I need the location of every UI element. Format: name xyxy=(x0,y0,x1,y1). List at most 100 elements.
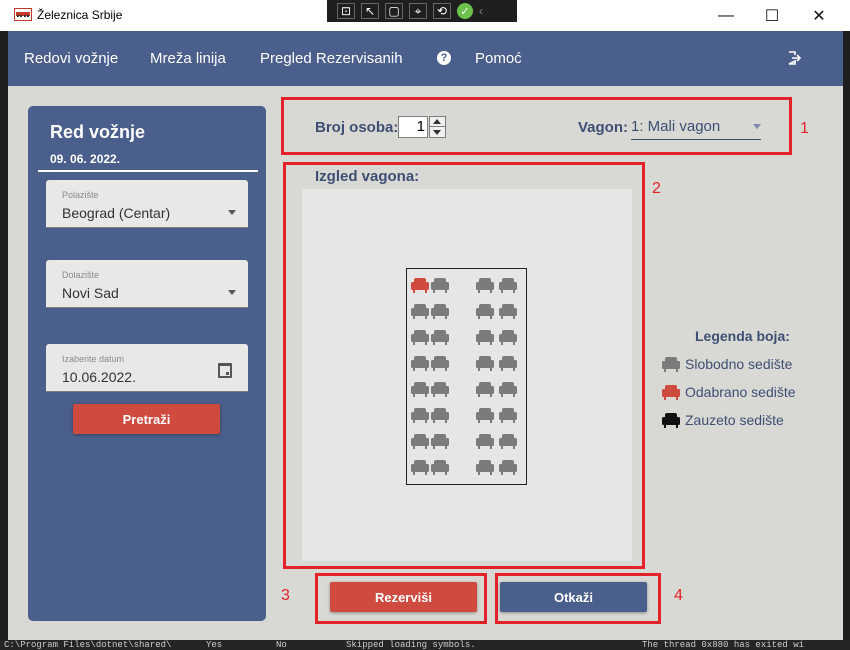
wagon-layout-label: Izgled vagona: xyxy=(315,168,420,185)
persons-label: Broj osoba: xyxy=(315,119,399,136)
seat[interactable] xyxy=(431,433,449,449)
seat[interactable] xyxy=(499,303,517,319)
window-left-edge xyxy=(0,31,8,640)
sidebar-title: Red vožnje xyxy=(50,122,146,142)
collapse-icon[interactable]: ‹ xyxy=(479,4,483,18)
logout-icon[interactable] xyxy=(787,51,801,65)
seat[interactable] xyxy=(476,303,494,319)
seat[interactable] xyxy=(499,459,517,475)
legend-selected: Odabrano sedište xyxy=(661,383,796,401)
pointer-icon[interactable]: ↖ xyxy=(361,3,379,19)
seat[interactable] xyxy=(499,329,517,345)
seat[interactable] xyxy=(431,329,449,345)
background-console: C:\Program Files\dotnet\shared\ Yes No S… xyxy=(0,640,850,650)
help-icon[interactable]: ? xyxy=(437,51,451,65)
console-path: C:\Program Files\dotnet\shared\ xyxy=(4,640,172,650)
legend-title: Legenda boja: xyxy=(695,328,790,344)
track-focus-icon[interactable]: ⌖ xyxy=(409,3,427,19)
seat[interactable] xyxy=(431,355,449,371)
hot-reload-icon[interactable]: ⟲ xyxy=(433,3,451,19)
window-title: Železnica Srbije xyxy=(37,8,123,22)
seat[interactable] xyxy=(476,355,494,371)
legend-selected-label: Odabrano sedište xyxy=(685,384,796,400)
close-button[interactable]: ✕ xyxy=(796,0,842,31)
seat[interactable] xyxy=(431,381,449,397)
nav-pomoc[interactable]: Pomoć xyxy=(475,50,522,67)
seat[interactable] xyxy=(476,433,494,449)
seat[interactable] xyxy=(411,459,429,475)
calendar-icon[interactable] xyxy=(218,363,232,378)
legend-occupied-label: Zauzeto sedište xyxy=(685,412,784,428)
seat[interactable] xyxy=(499,433,517,449)
console-col2: Yes xyxy=(206,640,223,650)
seat[interactable] xyxy=(411,303,429,319)
seat[interactable] xyxy=(499,277,517,293)
seat[interactable] xyxy=(411,407,429,423)
seat[interactable] xyxy=(431,407,449,423)
seat[interactable] xyxy=(476,277,494,293)
layout-icon[interactable]: ▢ xyxy=(385,3,403,19)
select-element-icon[interactable]: ⊡ xyxy=(337,3,355,19)
arrival-select[interactable]: Dolazište Novi Sad xyxy=(46,260,248,308)
departure-value: Beograd (Centar) xyxy=(62,205,171,221)
wagon-value: 1: Mali vagon xyxy=(631,118,721,135)
cancel-button[interactable]: Otkaži xyxy=(500,582,647,612)
stepper-divider xyxy=(430,126,445,127)
seat[interactable] xyxy=(411,433,429,449)
app-window: Železnica Srbije ⊡ ↖ ▢ ⌖ ⟲ ✓ ‹ — ☐ ✕ Red… xyxy=(0,0,850,640)
top-navbar xyxy=(8,31,843,86)
seat[interactable] xyxy=(499,355,517,371)
console-col4: Skipped loading symbols. xyxy=(346,640,476,650)
seat[interactable] xyxy=(476,459,494,475)
chevron-down-icon xyxy=(228,210,236,215)
sidebar-divider xyxy=(38,170,258,172)
search-button[interactable]: Pretraži xyxy=(73,404,220,434)
date-picker-label: Izaberite datum xyxy=(62,354,125,364)
timetable-sidebar: Red vožnje 09. 06. 2022. Polazište Beogr… xyxy=(28,106,266,621)
nav-redovi-voznje[interactable]: Redovi vožnje xyxy=(24,50,118,67)
departure-select[interactable]: Polazište Beograd (Centar) xyxy=(46,180,248,228)
seat[interactable] xyxy=(411,355,429,371)
arrival-label: Dolazište xyxy=(62,270,100,280)
date-picker[interactable]: Izaberite datum 10.06.2022. xyxy=(46,344,248,392)
stepper-down-icon[interactable] xyxy=(433,130,441,135)
seat[interactable] xyxy=(431,277,449,293)
seat[interactable] xyxy=(476,329,494,345)
seat[interactable] xyxy=(476,407,494,423)
nav-mreza-linija[interactable]: Mreža linija xyxy=(150,50,226,67)
departure-label: Polazište xyxy=(62,190,99,200)
check-icon[interactable]: ✓ xyxy=(457,3,473,19)
maximize-button[interactable]: ☐ xyxy=(749,0,795,31)
annotation-number-1: 1 xyxy=(800,120,809,137)
sidebar-date: 09. 06. 2022. xyxy=(50,152,121,166)
seat[interactable] xyxy=(431,303,449,319)
wagon-outline xyxy=(406,268,527,485)
seat[interactable] xyxy=(476,381,494,397)
debug-toolbar: ⊡ ↖ ▢ ⌖ ⟲ ✓ ‹ xyxy=(327,0,517,22)
seat[interactable] xyxy=(499,381,517,397)
stepper-up-icon[interactable] xyxy=(433,119,441,124)
date-picker-value: 10.06.2022. xyxy=(62,369,136,385)
console-right: The thread 0x880 has exited wi xyxy=(642,640,805,650)
nav-pregled-rezervisanih[interactable]: Pregled Rezervisanih xyxy=(260,50,403,67)
reserve-button[interactable]: Rezerviši xyxy=(330,582,477,612)
legend-occupied: Zauzeto sedište xyxy=(661,411,784,429)
seat[interactable] xyxy=(499,407,517,423)
annotation-number-3: 3 xyxy=(281,587,290,604)
chevron-down-icon xyxy=(753,124,761,129)
train-app-icon xyxy=(14,8,32,21)
seat[interactable] xyxy=(411,329,429,345)
seat[interactable] xyxy=(411,381,429,397)
wagon-select[interactable]: 1: Mali vagon xyxy=(631,116,761,140)
minimize-button[interactable]: — xyxy=(703,0,749,31)
seat[interactable] xyxy=(411,277,429,293)
seat[interactable] xyxy=(431,459,449,475)
annotation-number-2: 2 xyxy=(652,180,661,197)
console-col3: No xyxy=(276,640,287,650)
persons-input[interactable]: 1 xyxy=(398,116,428,138)
persons-stepper[interactable] xyxy=(429,116,446,138)
chevron-down-icon xyxy=(228,290,236,295)
wagon-label: Vagon: xyxy=(578,119,629,136)
seat-free-icon xyxy=(662,357,680,372)
seat-occupied-icon xyxy=(662,413,680,428)
